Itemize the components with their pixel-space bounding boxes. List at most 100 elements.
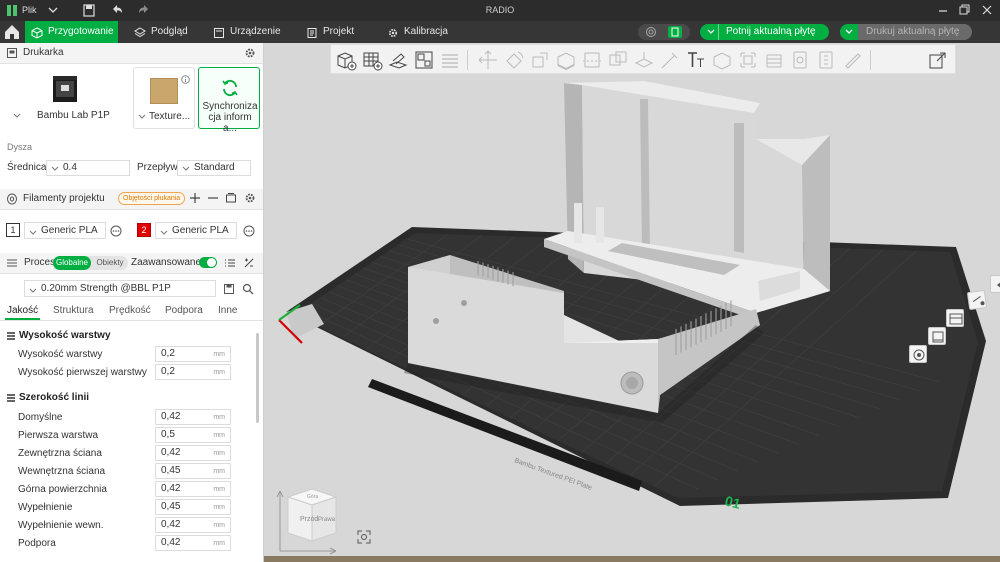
fuzzy-skin-icon[interactable] bbox=[789, 49, 811, 71]
add-icon[interactable] bbox=[189, 192, 201, 207]
tab-project[interactable]: Projekt bbox=[300, 21, 365, 43]
line-width-first-layer-input[interactable]: 0,5 mm bbox=[155, 427, 231, 443]
split-objects-icon[interactable] bbox=[439, 49, 461, 71]
close-icon[interactable] bbox=[981, 0, 993, 21]
lay-on-face-icon[interactable] bbox=[555, 49, 577, 71]
process-preset-select[interactable]: 0.20mm Strength @BBL P1P bbox=[24, 280, 216, 297]
view-cube-top-label[interactable]: Góra bbox=[307, 494, 318, 500]
text-tool-icon[interactable] bbox=[685, 49, 707, 71]
save-preset-icon[interactable] bbox=[223, 283, 235, 298]
tab-preview[interactable]: Podgląd bbox=[128, 21, 198, 43]
print-plate-button[interactable]: Drukuj aktualną płytę bbox=[840, 24, 972, 40]
left-panel: Drukarka Bambu Lab P1P Texture... Synchr… bbox=[0, 43, 264, 562]
line-width-infill-input[interactable]: 0,45 mm bbox=[155, 499, 231, 515]
flushing-volumes-badge[interactable]: Objętości płukania bbox=[118, 192, 186, 205]
plate-card[interactable]: Texture... bbox=[133, 67, 195, 129]
toggle-global[interactable]: Globalne bbox=[53, 256, 91, 270]
undo-icon[interactable] bbox=[110, 0, 124, 21]
list-icon[interactable] bbox=[224, 257, 236, 272]
line-width-default-input[interactable]: 0,42 mm bbox=[155, 409, 231, 425]
export-icon[interactable] bbox=[927, 49, 949, 71]
scene[interactable]: Bambu Textured PEI Plate 01 bbox=[264, 43, 1000, 562]
tab-device[interactable]: Urządzenie bbox=[207, 21, 287, 43]
cut-icon[interactable] bbox=[581, 49, 603, 71]
first-layer-height-input[interactable]: 0,2 mm bbox=[155, 364, 231, 380]
zoom-fit-icon[interactable] bbox=[356, 529, 372, 545]
minimize-icon[interactable] bbox=[937, 0, 949, 21]
view-cube-front-label[interactable]: Przód bbox=[300, 516, 318, 523]
assemble-icon[interactable] bbox=[737, 49, 759, 71]
ams-sync-icon[interactable] bbox=[225, 192, 237, 207]
camera-icon[interactable] bbox=[909, 345, 927, 363]
filament-1-select[interactable]: Generic PLA bbox=[24, 222, 106, 239]
brim-ears-icon[interactable] bbox=[815, 49, 837, 71]
filament-1-name: Generic PLA bbox=[41, 225, 98, 236]
variable-layer-height-icon[interactable] bbox=[763, 49, 785, 71]
subtab-support[interactable]: Podpora bbox=[165, 305, 203, 316]
3d-viewport[interactable]: Bambu Textured PEI Plate 01 Przód Prawa … bbox=[264, 43, 1000, 562]
plate-number[interactable]: 01 bbox=[723, 492, 742, 512]
info-icon[interactable] bbox=[181, 75, 190, 87]
redo-icon[interactable] bbox=[137, 0, 151, 21]
save-icon[interactable] bbox=[82, 0, 96, 21]
auto-orient-icon[interactable] bbox=[387, 49, 409, 71]
gear-icon[interactable] bbox=[244, 192, 256, 207]
filament-2-select[interactable]: Generic PLA bbox=[155, 222, 237, 239]
layer-height-input[interactable]: 0,2 mm bbox=[155, 346, 231, 362]
rotate-icon[interactable] bbox=[503, 49, 525, 71]
subtab-quality[interactable]: Jakość bbox=[7, 305, 38, 316]
mode-toggle[interactable] bbox=[638, 24, 690, 40]
printer-card[interactable]: Bambu Lab P1P bbox=[4, 67, 130, 129]
layers-view-icon[interactable] bbox=[946, 309, 964, 327]
mesh-boolean-icon[interactable] bbox=[607, 49, 629, 71]
flow-select[interactable]: Standard bbox=[177, 160, 251, 176]
global-objects-toggle[interactable]: Globalne Obiekty bbox=[53, 256, 128, 270]
measure-icon[interactable] bbox=[711, 49, 733, 71]
view-cube-right-label[interactable]: Prawa bbox=[318, 517, 336, 523]
edit-filament-icon[interactable] bbox=[110, 225, 122, 240]
slice-plate-button[interactable]: Potnij aktualną płytę bbox=[700, 24, 829, 40]
line-width-inner-wall-input[interactable]: 0,45 mm bbox=[155, 463, 231, 479]
line-width-icon bbox=[6, 393, 16, 406]
remove-icon[interactable] bbox=[207, 192, 219, 207]
move-icon[interactable] bbox=[477, 49, 499, 71]
gear-icon[interactable] bbox=[244, 47, 256, 62]
advanced-switch[interactable] bbox=[199, 257, 217, 268]
chevron-down-icon[interactable] bbox=[840, 24, 858, 40]
toggle-objects[interactable]: Obiekty bbox=[93, 256, 127, 270]
line-width-support-input[interactable]: 0,42 mm bbox=[155, 535, 231, 551]
arrange-icon[interactable] bbox=[413, 49, 435, 71]
line-width-top-surface-input[interactable]: 0,42 mm bbox=[155, 481, 231, 497]
view-top-icon[interactable] bbox=[966, 289, 988, 311]
collapse-sidebar-icon[interactable] bbox=[990, 275, 1000, 293]
seam-painting-icon[interactable] bbox=[659, 49, 681, 71]
search-icon[interactable] bbox=[242, 283, 254, 298]
add-object-icon[interactable] bbox=[335, 49, 357, 71]
printer-section-title: Drukarka bbox=[23, 47, 64, 58]
line-width-outer-wall-input[interactable]: 0,42 mm bbox=[155, 445, 231, 461]
subtab-others[interactable]: Inne bbox=[218, 305, 237, 316]
filament-1-color-swatch[interactable]: 1 bbox=[6, 223, 20, 237]
scrollbar[interactable] bbox=[256, 333, 259, 423]
tab-prepare[interactable]: Przygotowanie bbox=[25, 21, 118, 43]
scale-icon[interactable] bbox=[529, 49, 551, 71]
add-plate-icon[interactable] bbox=[361, 49, 383, 71]
menu-chevron-icon[interactable] bbox=[48, 0, 58, 21]
subtab-strength[interactable]: Struktura bbox=[53, 305, 94, 316]
view-cube[interactable]: Przód Prawa Góra bbox=[274, 483, 344, 555]
tab-calibration[interactable]: Kalibracja bbox=[381, 21, 456, 43]
home-icon[interactable] bbox=[0, 21, 24, 43]
compare-icon[interactable] bbox=[243, 257, 255, 272]
edit-filament-icon[interactable] bbox=[243, 225, 255, 240]
emboss-icon[interactable] bbox=[841, 49, 863, 71]
support-painting-icon[interactable] bbox=[633, 49, 655, 71]
diameter-select[interactable]: 0.4 bbox=[46, 160, 130, 176]
object-list-icon[interactable] bbox=[928, 327, 946, 345]
restore-icon[interactable] bbox=[958, 0, 970, 21]
line-width-internal-infill-input[interactable]: 0,42 mm bbox=[155, 517, 231, 533]
filament-spool-icon bbox=[6, 193, 18, 208]
file-menu[interactable]: Plik bbox=[22, 0, 44, 21]
subtab-speed[interactable]: Prędkość bbox=[109, 305, 151, 316]
filament-2-color-swatch[interactable]: 2 bbox=[137, 223, 151, 237]
sync-card[interactable]: Synchronizacja informa... bbox=[198, 67, 260, 134]
